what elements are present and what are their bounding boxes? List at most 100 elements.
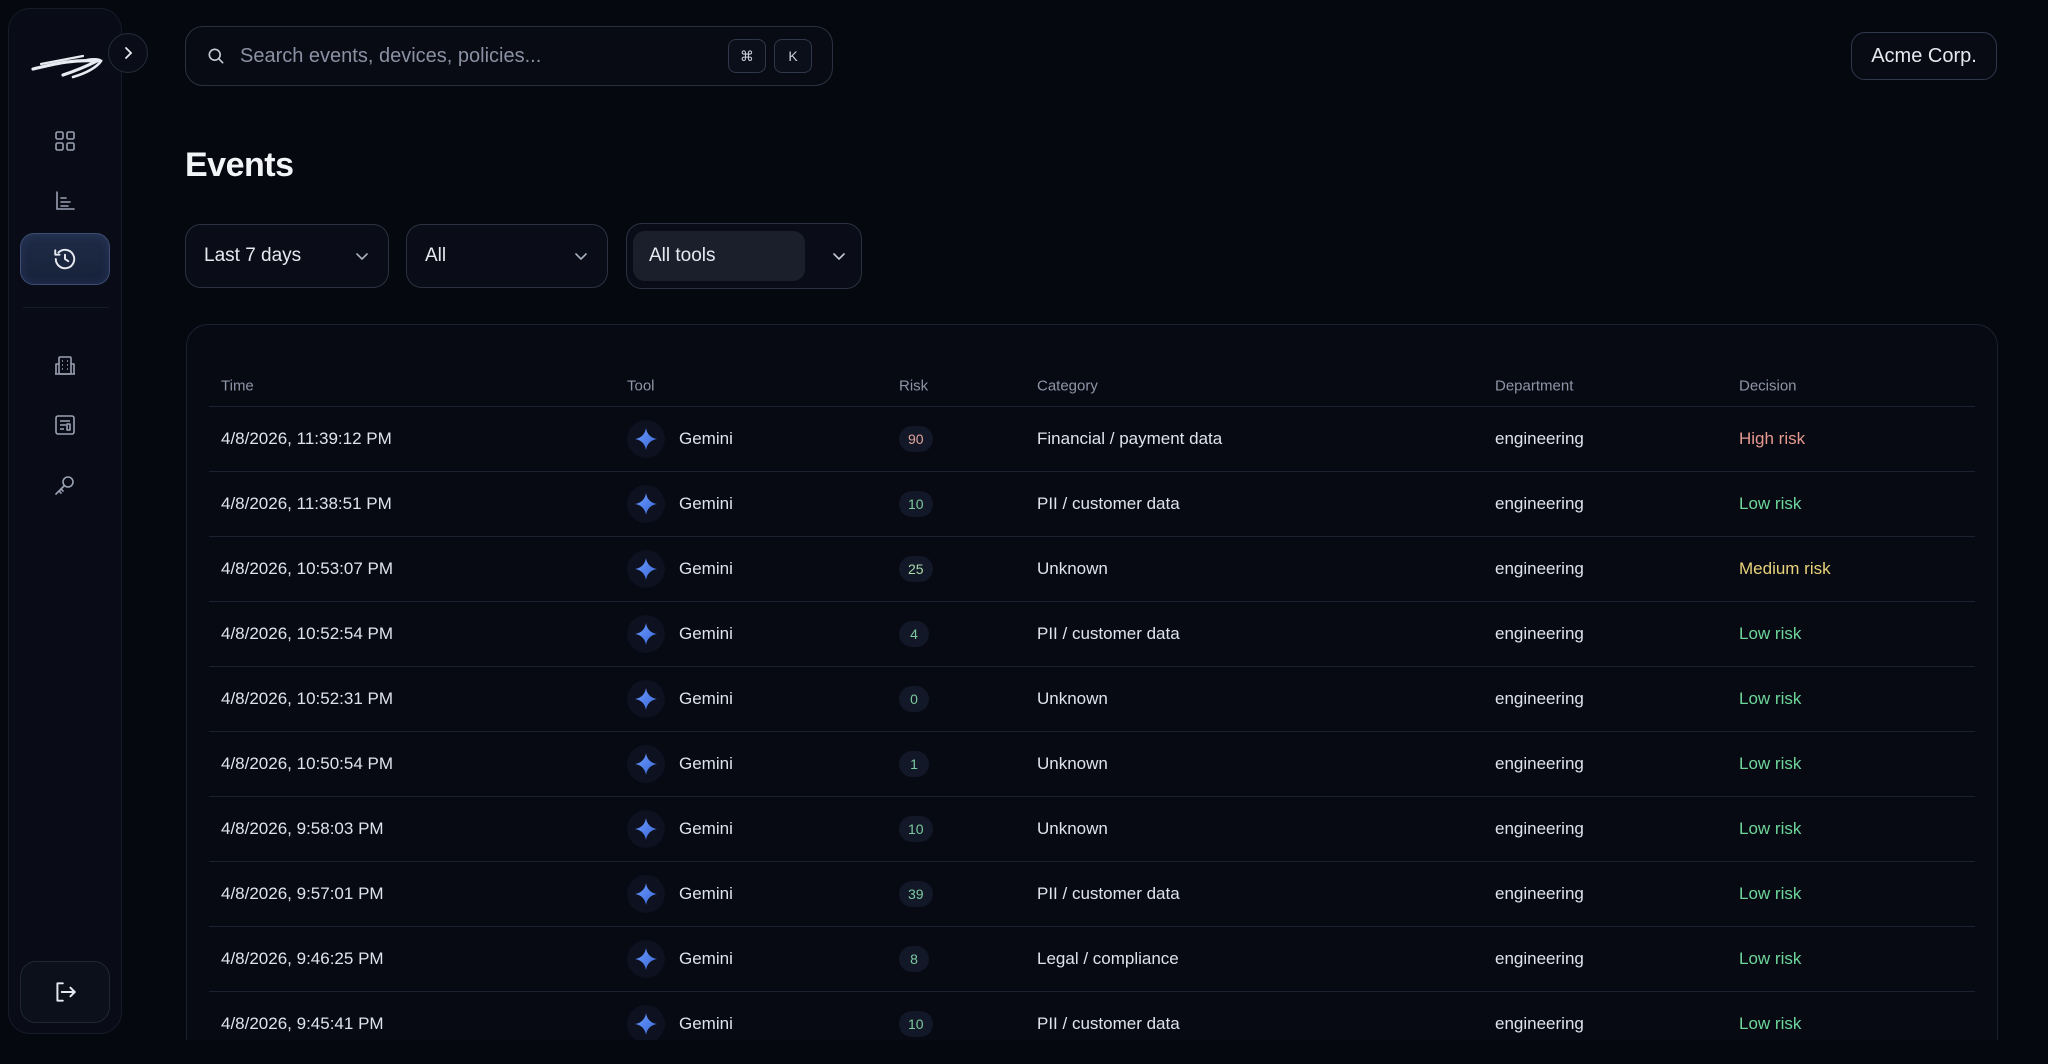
- cell-decision: Low risk: [1739, 624, 1802, 643]
- column-header-tool[interactable]: Tool: [627, 377, 655, 394]
- risk-score-badge: 8: [899, 946, 929, 972]
- nav-reports[interactable]: [20, 399, 110, 451]
- cell-tool: Gemini: [627, 875, 733, 913]
- table-row[interactable]: 4/8/2026, 9:58:03 PM Gemini 10 Unknown engin…: [209, 797, 1975, 862]
- chevron-down-icon: [833, 253, 845, 261]
- sidebar: [8, 8, 122, 1034]
- cell-department: engineering: [1495, 559, 1584, 578]
- tool-name: Gemini: [679, 884, 733, 903]
- cell-department: engineering: [1495, 429, 1584, 448]
- tool-name: Gemini: [679, 494, 733, 513]
- table-row[interactable]: 4/8/2026, 9:57:01 PM Gemini 39 PII / custom…: [209, 862, 1975, 927]
- gemini-sparkle-icon: [627, 940, 665, 978]
- table-row[interactable]: 4/8/2026, 9:45:41 PM Gemini 10 PII / custom…: [209, 992, 1975, 1040]
- gemini-sparkle-icon: [627, 745, 665, 783]
- org-switcher-button[interactable]: Acme Corp.: [1851, 32, 1997, 80]
- nav-dashboard[interactable]: [20, 115, 110, 167]
- tools-value-chip: All tools: [633, 231, 805, 281]
- cell-risk: 4: [899, 621, 929, 647]
- table-row[interactable]: 4/8/2026, 11:38:51 PM Gemini 10 PII / custo…: [209, 472, 1975, 537]
- cell-decision: Medium risk: [1739, 559, 1831, 578]
- column-header-risk[interactable]: Risk: [899, 377, 928, 394]
- nav-api-keys[interactable]: [20, 459, 110, 511]
- cell-tool: Gemini: [627, 420, 733, 458]
- table-header: Time Tool Risk Category Department Decis…: [209, 365, 1975, 407]
- risk-score-badge: 1: [899, 751, 929, 777]
- gemini-sparkle-icon: [627, 550, 665, 588]
- table-row[interactable]: 4/8/2026, 10:52:54 PM Gemini 4 PII / custom…: [209, 602, 1975, 667]
- cell-category: PII / customer data: [1037, 1014, 1180, 1033]
- tool-name: Gemini: [679, 819, 733, 838]
- table-row[interactable]: 4/8/2026, 9:46:25 PM Gemini 8 Legal / compl…: [209, 927, 1975, 992]
- risk-score-badge: 10: [899, 1011, 933, 1037]
- cell-risk: 10: [899, 1011, 933, 1037]
- tool-name: Gemini: [679, 754, 733, 773]
- table-row[interactable]: 4/8/2026, 10:52:31 PM Gemini 0 Unknown engin…: [209, 667, 1975, 732]
- logo-icon[interactable]: [27, 47, 107, 87]
- date-range-select[interactable]: Last 7 days: [185, 224, 389, 288]
- gemini-sparkle-icon: [627, 875, 665, 913]
- cell-category: Legal / compliance: [1037, 949, 1179, 968]
- table-row[interactable]: 4/8/2026, 10:50:54 PM Gemini 1 Unknown engin…: [209, 732, 1975, 797]
- cell-time: 4/8/2026, 11:39:12 PM: [221, 429, 392, 448]
- cell-department: engineering: [1495, 949, 1584, 968]
- cell-tool: Gemini: [627, 485, 733, 523]
- cell-department: engineering: [1495, 884, 1584, 903]
- cell-time: 4/8/2026, 9:57:01 PM: [221, 884, 384, 903]
- cell-tool: Gemini: [627, 680, 733, 718]
- gemini-sparkle-icon: [627, 810, 665, 848]
- cell-time: 4/8/2026, 10:52:54 PM: [221, 624, 394, 643]
- gemini-sparkle-icon: [627, 680, 665, 718]
- cell-tool: Gemini: [627, 940, 733, 978]
- search-input[interactable]: [240, 44, 720, 68]
- cell-category: PII / customer data: [1037, 494, 1180, 513]
- cell-decision: Low risk: [1739, 819, 1802, 838]
- cell-risk: 10: [899, 816, 933, 842]
- tools-select[interactable]: All tools: [626, 223, 862, 289]
- nav-organizations[interactable]: [20, 339, 110, 391]
- building-icon: [55, 356, 75, 375]
- logout-button[interactable]: [20, 961, 110, 1023]
- gemini-sparkle-icon: [627, 485, 665, 523]
- cell-time: 4/8/2026, 10:52:31 PM: [221, 689, 394, 708]
- cell-risk: 8: [899, 946, 929, 972]
- cell-time: 4/8/2026, 9:45:41 PM: [221, 1014, 384, 1033]
- table-row[interactable]: 4/8/2026, 10:53:07 PM Gemini 25 Unknown engi…: [209, 537, 1975, 602]
- cell-decision: High risk: [1739, 429, 1806, 448]
- sidebar-expand-button[interactable]: [108, 33, 148, 73]
- cell-time: 4/8/2026, 9:46:25 PM: [221, 949, 384, 968]
- cell-category: PII / customer data: [1037, 624, 1180, 643]
- nav-analytics[interactable]: [20, 175, 110, 227]
- cell-risk: 90: [899, 426, 933, 452]
- search-icon: [208, 48, 224, 64]
- risk-score-badge: 10: [899, 816, 933, 842]
- column-header-decision[interactable]: Decision: [1739, 377, 1797, 394]
- gemini-sparkle-icon: [627, 420, 665, 458]
- cell-time: 4/8/2026, 11:38:51 PM: [221, 494, 392, 513]
- nav-events-history[interactable]: [20, 233, 110, 285]
- chevron-down-icon: [575, 253, 587, 261]
- gemini-sparkle-icon: [627, 1005, 665, 1040]
- search-bar[interactable]: ⌘ K: [185, 26, 833, 86]
- cell-decision: Low risk: [1739, 884, 1802, 903]
- history-icon: [54, 248, 76, 270]
- cell-category: Unknown: [1037, 754, 1108, 773]
- cell-department: engineering: [1495, 754, 1584, 773]
- cell-department: engineering: [1495, 494, 1584, 513]
- cell-tool: Gemini: [627, 745, 733, 783]
- cell-risk: 39: [899, 881, 933, 907]
- column-header-department[interactable]: Department: [1495, 377, 1573, 394]
- table-row[interactable]: 4/8/2026, 11:39:12 PM Gemini 90 Financial /…: [209, 407, 1975, 472]
- report-icon: [55, 415, 75, 435]
- column-header-category[interactable]: Category: [1037, 377, 1098, 394]
- logout-icon: [56, 982, 76, 1002]
- analytics-chart-icon: [56, 191, 75, 210]
- cell-risk: 25: [899, 556, 933, 582]
- cell-department: engineering: [1495, 689, 1584, 708]
- cell-decision: Low risk: [1739, 949, 1802, 968]
- events-table: Time Tool Risk Category Department Decis…: [186, 324, 1998, 1040]
- column-header-time[interactable]: Time: [221, 377, 254, 394]
- tool-name: Gemini: [679, 624, 733, 643]
- cell-decision: Low risk: [1739, 1014, 1802, 1033]
- scope-select[interactable]: All: [406, 224, 608, 288]
